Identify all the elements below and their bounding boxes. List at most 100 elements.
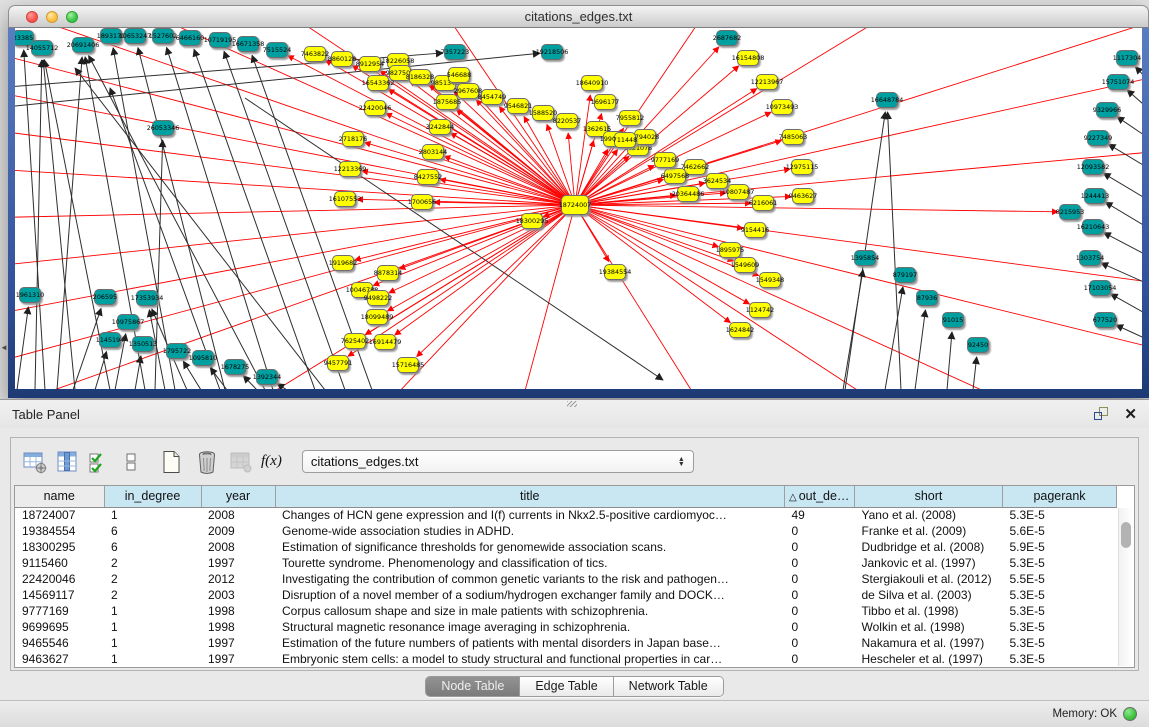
table-settings-icon[interactable]	[19, 447, 51, 477]
table-cell[interactable]: Investigating the contribution of common…	[275, 571, 785, 587]
graph-node[interactable]: 8912954	[356, 57, 384, 72]
column-header-title[interactable]: title	[275, 486, 785, 507]
table-cell[interactable]: 22420046	[15, 571, 104, 587]
table-cell[interactable]: 1	[104, 507, 201, 523]
graph-node[interactable]: 8427552	[414, 170, 442, 185]
table-row[interactable]: 1938455462009Genome-wide association stu…	[15, 523, 1117, 539]
graph-node[interactable]: 1244413	[1081, 189, 1109, 204]
table-cell[interactable]: 1998	[201, 619, 275, 635]
table-cell[interactable]: 5.3E-5	[1003, 619, 1117, 635]
network-graph[interactable]: 1872400774638228860128891295418226058982…	[15, 28, 1142, 389]
tab-network-table[interactable]: Network Table	[614, 677, 723, 696]
graph-node[interactable]: 12093582	[1077, 160, 1110, 175]
graph-node[interactable]: 1145194	[96, 333, 124, 348]
graph-node[interactable]: 10975867	[112, 315, 145, 330]
graph-node[interactable]: 1303754	[1076, 251, 1104, 266]
graph-node[interactable]: 18640910	[576, 76, 609, 91]
table-cell[interactable]: 5.3E-5	[1003, 555, 1117, 571]
table-cell[interactable]: 0	[785, 587, 855, 603]
memory-ok-icon[interactable]	[1123, 707, 1137, 721]
table-row[interactable]: 1872400712008Changes of HCN gene express…	[15, 507, 1117, 523]
table-scrollbar-thumb[interactable]	[1121, 522, 1131, 548]
table-cell[interactable]: 2009	[201, 523, 275, 539]
graph-node[interactable]: 6216061	[749, 196, 777, 211]
table-row[interactable]: 1456911722003Disruption of a novel membe…	[15, 587, 1117, 603]
table-cell[interactable]: 9777169	[15, 603, 104, 619]
clear-selection-icon[interactable]	[115, 447, 147, 477]
table-cell[interactable]: 2008	[201, 507, 275, 523]
panel-resize-grip[interactable]	[567, 401, 577, 407]
graph-node[interactable]: 7515524	[263, 43, 291, 58]
table-cell[interactable]: 2008	[201, 539, 275, 555]
table-cell[interactable]: 5.3E-5	[1003, 587, 1117, 603]
table-row[interactable]: 946362711997Embryonic stem cells: a mode…	[15, 651, 1117, 667]
table-cell[interactable]: 14569117	[15, 587, 104, 603]
graph-node[interactable]: 9463627	[789, 189, 817, 204]
graph-node[interactable]: 1527602	[149, 29, 177, 44]
graph-node[interactable]: 16914479	[369, 335, 402, 350]
graph-node[interactable]: 3242844	[426, 120, 454, 135]
new-column-icon[interactable]	[155, 447, 187, 477]
table-cell[interactable]: 5.3E-5	[1003, 507, 1117, 523]
table-cell[interactable]: Embryonic stem cells: a model to study s…	[275, 651, 785, 667]
graph-node[interactable]: 16648784	[871, 93, 904, 108]
table-cell[interactable]: 18724007	[15, 507, 104, 523]
table-cell[interactable]: 1997	[201, 635, 275, 651]
table-cell[interactable]: 5.3E-5	[1003, 603, 1117, 619]
table-cell[interactable]: Hescheler et al. (1997)	[855, 651, 1003, 667]
graph-node[interactable]: 1919682	[329, 256, 357, 271]
column-header-short[interactable]: short	[855, 486, 1003, 507]
table-cell[interactable]: Changes of HCN gene expression and I(f) …	[275, 507, 785, 523]
table-row[interactable]: 977716911998Corpus callosum shape and si…	[15, 603, 1117, 619]
table-cell[interactable]: 18300295	[15, 539, 104, 555]
table-cell[interactable]: 49	[785, 507, 855, 523]
table-cell[interactable]: Structural magnetic resonance image aver…	[275, 619, 785, 635]
table-cell[interactable]: 9463627	[15, 651, 104, 667]
table-cell[interactable]: 2	[104, 571, 201, 587]
graph-node[interactable]: 1395854	[851, 251, 879, 266]
graph-node[interactable]: 20691406	[67, 38, 100, 53]
graph-node[interactable]: 12213967	[751, 75, 784, 90]
graph-node[interactable]: 8220537	[553, 114, 581, 129]
table-cell[interactable]: 6	[104, 523, 201, 539]
table-row[interactable]: 969969511998Structural magnetic resonanc…	[15, 619, 1117, 635]
column-header-name[interactable]: name	[15, 486, 104, 507]
graph-node[interactable]: 1624842	[726, 323, 754, 338]
table-cell[interactable]: 1997	[201, 555, 275, 571]
table-row[interactable]: 911546021997Tourette syndrome. Phenomeno…	[15, 555, 1117, 571]
graph-node[interactable]: 10653247	[119, 29, 152, 44]
table-cell[interactable]: 0	[785, 571, 855, 587]
graph-node[interactable]: 9498222	[364, 291, 392, 306]
graph-node[interactable]: 9329966	[1093, 103, 1121, 118]
table-row[interactable]: 1830029562008Estimation of significance …	[15, 539, 1117, 555]
close-panel-icon[interactable]: ✕	[1124, 407, 1137, 422]
close-window-icon[interactable]	[26, 11, 38, 23]
graph-node[interactable]: 9154416	[741, 223, 769, 238]
graph-node[interactable]: 18724007	[559, 196, 592, 215]
table-cell[interactable]: Franke et al. (2009)	[855, 523, 1003, 539]
graph-node[interactable]: 2803144	[419, 145, 447, 160]
graph-node[interactable]: 6466160	[176, 31, 204, 46]
tab-node-table[interactable]: Node Table	[426, 677, 520, 696]
table-cell[interactable]: 2	[104, 555, 201, 571]
graph-node[interactable]: 92450	[968, 338, 989, 353]
table-scrollbar[interactable]	[1118, 508, 1133, 666]
column-header-in-degree[interactable]: in_degree	[104, 486, 201, 507]
table-cell[interactable]: Genome-wide association studies in ADHD.	[275, 523, 785, 539]
table-cell[interactable]: 0	[785, 619, 855, 635]
column-chooser-icon[interactable]	[51, 447, 83, 477]
graph-node[interactable]: 1117304	[1113, 51, 1141, 66]
graph-node[interactable]: 8454749	[478, 90, 506, 105]
graph-node[interactable]: 7485063	[779, 130, 807, 145]
graph-node[interactable]: 3624534	[703, 174, 731, 189]
table-cell[interactable]: 1998	[201, 603, 275, 619]
table-cell[interactable]: 9699695	[15, 619, 104, 635]
table-selector-dropdown[interactable]: citations_edges.txt ▲▼	[302, 450, 694, 473]
table-cell[interactable]: 2012	[201, 571, 275, 587]
table-cell[interactable]: 5.3E-5	[1003, 651, 1117, 667]
table-cell[interactable]: Stergiakouli et al. (2012)	[855, 571, 1003, 587]
table-cell[interactable]: 5.5E-5	[1003, 571, 1117, 587]
graph-node[interactable]: 1124742	[746, 303, 774, 318]
graph-node[interactable]: 1678275	[221, 360, 249, 375]
graph-node[interactable]: 1392344	[253, 370, 281, 385]
